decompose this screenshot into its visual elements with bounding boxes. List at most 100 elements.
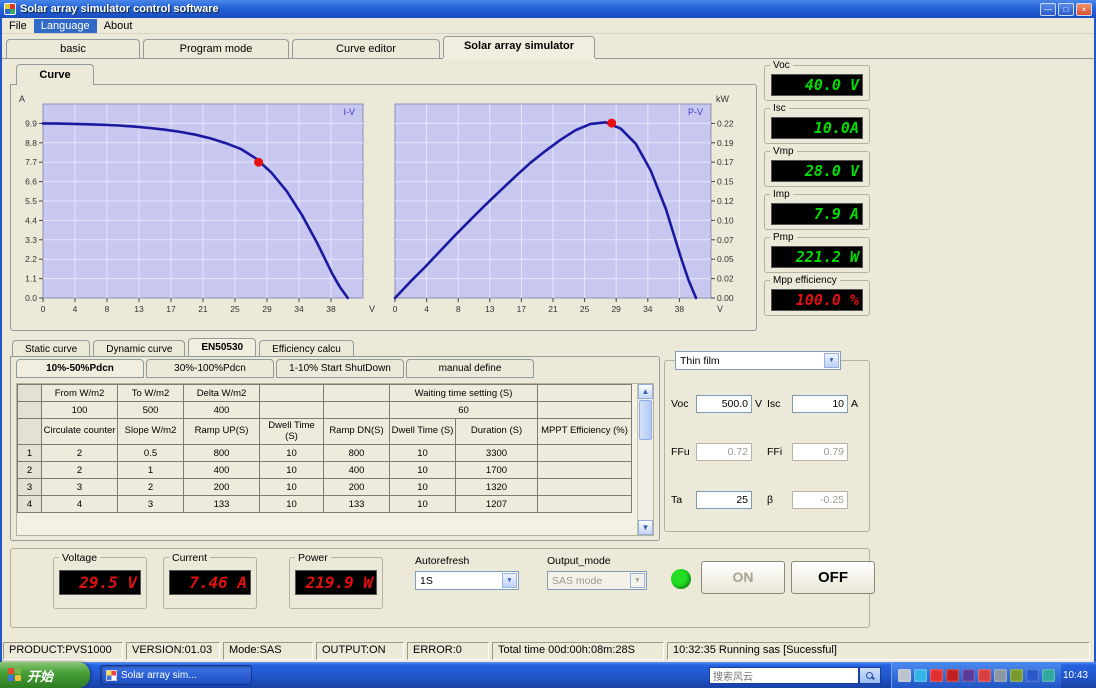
table-cell[interactable]: 2 [41,461,118,479]
table-cell[interactable]: 10 [389,444,456,462]
scroll-up-icon[interactable]: ▲ [638,384,653,399]
table-cell[interactable]: 1700 [455,461,538,479]
autorefresh-select[interactable]: 1S ▼ [415,571,519,590]
tab-solar-array-simulator[interactable]: Solar array simulator [443,36,595,58]
tray-icon[interactable] [1009,668,1023,682]
table-cell[interactable]: 10 [259,461,324,479]
table-cell[interactable]: 500 [117,401,184,419]
module-type-select[interactable]: Thin film ▼ [675,351,841,370]
column-header: Ramp DN(S) [323,418,390,445]
tab-curve-editor[interactable]: Curve editor [292,39,440,58]
maximize-button[interactable]: □ [1058,2,1074,16]
start-button[interactable]: 开始 [0,662,90,688]
table-cell[interactable]: 10 [259,495,324,513]
subtab-30-100-pdcn[interactable]: 30%-100%Pdcn [146,359,274,378]
minimize-button[interactable]: — [1040,2,1056,16]
tray-icon[interactable] [929,668,943,682]
table-cell[interactable]: 1 [117,461,184,479]
table-cell[interactable]: 800 [323,444,390,462]
table-cell[interactable]: 200 [183,478,260,496]
table-cell[interactable]: 1320 [455,478,538,496]
off-button[interactable]: OFF [791,561,875,594]
meter-current: Current 7.46 A [163,552,257,609]
table-scrollbar[interactable]: ▲ ▼ [637,384,653,535]
table-cell[interactable]: 800 [183,444,260,462]
table-row: 3 3 2 200 10 200 10 1320 [17,478,632,496]
tray-icon[interactable] [945,668,959,682]
ta-input[interactable] [696,491,752,509]
search-button[interactable] [858,666,881,684]
readout-label: Vmp [770,146,797,157]
table-cell[interactable] [537,401,632,419]
table-cell[interactable]: 3300 [455,444,538,462]
tray-icon[interactable] [961,668,975,682]
table-cell[interactable]: 10 [259,444,324,462]
table-cell[interactable]: 3 [41,478,118,496]
readout-isc: Isc 10.0A [764,103,870,144]
svg-text:0.15: 0.15 [717,177,734,187]
table-cell[interactable]: 2 [41,444,118,462]
meter-label: Power [295,552,331,564]
table-cell[interactable]: 10 [389,495,456,513]
status-segment: Total time 00d:00h:08m:28S [492,642,664,660]
tab-efficiency-calcu[interactable]: Efficiency calcu [259,340,354,357]
menu-item-about[interactable]: About [97,19,140,33]
voc-input[interactable] [696,395,752,413]
table-cell[interactable]: 400 [323,461,390,479]
table-cell[interactable] [537,478,632,496]
tab-program-mode[interactable]: Program mode [143,39,289,58]
tab-basic[interactable]: basic [6,39,140,58]
table-cell[interactable]: 4 [41,495,118,513]
table-cell[interactable] [259,401,324,419]
subtab-1-10-start-shutdown[interactable]: 1-10% Start ShutDown [276,359,404,378]
table-cell[interactable] [537,495,632,513]
table-cell[interactable]: 10 [389,478,456,496]
tab-en50530[interactable]: EN50530 [188,338,257,357]
test-table: From W/m2 To W/m2 Delta W/m2 Waiting time s… [17,384,632,513]
on-button[interactable]: ON [701,561,785,594]
table-cell[interactable]: 1207 [455,495,538,513]
table-cell[interactable]: 10 [259,478,324,496]
column-header [323,384,390,402]
app-window: Solar array simulator control software —… [0,0,1096,688]
tray-icon[interactable] [913,668,927,682]
tab-dynamic-curve[interactable]: Dynamic curve [93,340,186,357]
field-label: Voc [671,398,689,410]
taskbar-item-solar-array[interactable]: Solar array sim... [100,665,252,685]
table-cell[interactable]: 200 [323,478,390,496]
table-cell[interactable]: 2 [117,478,184,496]
table-cell[interactable]: 400 [183,401,260,419]
isc-input[interactable] [792,395,848,413]
menu-item-language[interactable]: Language [33,18,97,33]
field-unit: V [755,398,763,410]
tray-icon[interactable] [897,668,911,682]
tab-curve[interactable]: Curve [16,64,94,85]
menu-item-file[interactable]: File [2,19,34,33]
search-input[interactable] [708,666,859,684]
meter-voltage: Voltage 29.5 V [53,552,147,609]
svg-text:4: 4 [424,304,429,314]
table-cell[interactable]: 0.5 [117,444,184,462]
readout-label: Isc [770,103,789,114]
table-cell[interactable] [537,444,632,462]
subtab-manual-define[interactable]: manual define [406,359,534,378]
table-cell[interactable] [537,461,632,479]
table-cell[interactable]: 400 [183,461,260,479]
scrollbar-thumb[interactable] [639,400,652,440]
table-cell[interactable]: 60 [389,401,538,419]
tray-icon[interactable] [1041,668,1055,682]
tray-icon[interactable] [993,668,1007,682]
iv-chart: 0 4 8 13 17 21 25 29 34 38 9.9 8.8 7.7 6.6 5.5 4.4 3.3 2.… [19,94,375,314]
scroll-down-icon[interactable]: ▼ [638,520,653,535]
table-cell[interactable]: 133 [183,495,260,513]
table-cell[interactable]: 133 [323,495,390,513]
subtab-10-50-pdcn[interactable]: 10%-50%Pdcn [16,359,144,378]
table-cell[interactable] [323,401,390,419]
table-cell[interactable]: 10 [389,461,456,479]
close-button[interactable]: × [1076,2,1092,16]
tab-static-curve[interactable]: Static curve [12,340,91,357]
tray-icon[interactable] [1025,668,1039,682]
table-cell[interactable]: 3 [117,495,184,513]
table-cell[interactable]: 100 [41,401,118,419]
tray-icon[interactable] [977,668,991,682]
